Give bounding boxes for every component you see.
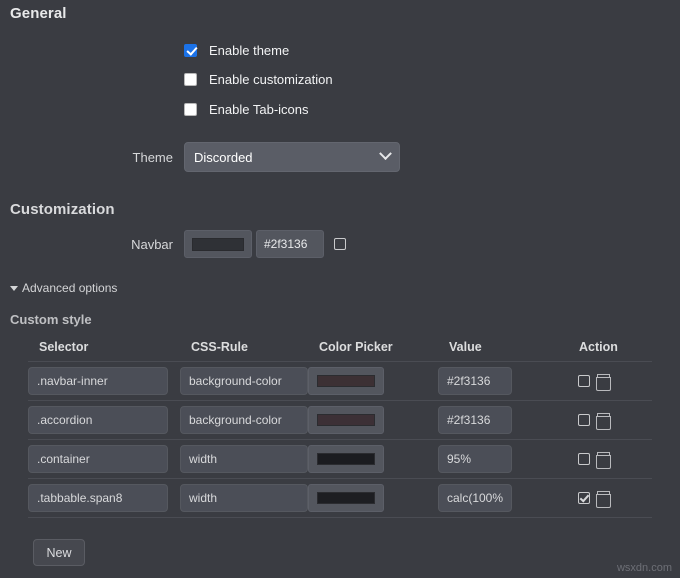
enable-customization-label: Enable customization <box>209 72 333 87</box>
color-swatch <box>317 492 375 504</box>
trash-icon[interactable] <box>596 413 609 428</box>
navbar-enable-checkbox[interactable] <box>334 238 346 250</box>
header-css-rule: CSS-Rule <box>180 340 308 362</box>
table-row: .accordion background-color #2f3136 <box>28 401 652 440</box>
header-selector: Selector <box>28 340 180 362</box>
checkbox-row-enable-theme[interactable]: Enable theme <box>184 41 289 59</box>
color-swatch <box>317 375 375 387</box>
color-picker[interactable] <box>308 406 384 434</box>
custom-style-table: Selector CSS-Rule Color Picker Value Act… <box>28 340 652 518</box>
css-rule-input[interactable]: width <box>180 484 308 512</box>
new-row-button[interactable]: New <box>33 539 85 566</box>
navbar-color-picker[interactable] <box>184 230 252 258</box>
selector-input[interactable]: .navbar-inner <box>28 367 168 395</box>
table-row: .tabbable.span8 width calc(100% <box>28 479 652 518</box>
selector-input[interactable]: .accordion <box>28 406 168 434</box>
enable-theme-label: Enable theme <box>209 43 289 58</box>
header-value: Value <box>438 340 568 362</box>
color-picker[interactable] <box>308 367 384 395</box>
general-section-title: General <box>10 5 67 22</box>
theme-label: Theme <box>60 150 173 165</box>
checkbox-row-enable-tab-icons[interactable]: Enable Tab-icons <box>184 100 309 118</box>
color-swatch <box>317 414 375 426</box>
enable-tab-icons-checkbox[interactable] <box>184 103 197 116</box>
trash-icon[interactable] <box>596 374 609 389</box>
header-action: Action <box>568 340 652 362</box>
chevron-down-icon <box>379 147 392 160</box>
enable-customization-checkbox[interactable] <box>184 73 197 86</box>
settings-page: General Enable theme Enable customizatio… <box>0 0 680 578</box>
row-enable-checkbox[interactable] <box>578 453 590 465</box>
enable-tab-icons-label: Enable Tab-icons <box>209 102 309 117</box>
advanced-options-toggle[interactable]: Advanced options <box>10 281 117 295</box>
value-input[interactable]: calc(100% <box>438 484 512 512</box>
checkbox-row-enable-customization[interactable]: Enable customization <box>184 70 333 88</box>
value-input[interactable]: #2f3136 <box>438 367 512 395</box>
theme-field-row: Theme Discorded <box>60 142 400 172</box>
trash-icon[interactable] <box>596 491 609 506</box>
value-input[interactable]: 95% <box>438 445 512 473</box>
customization-section-title: Customization <box>10 201 115 218</box>
color-picker[interactable] <box>308 484 384 512</box>
custom-style-title: Custom style <box>10 312 92 327</box>
row-enable-checkbox[interactable] <box>578 414 590 426</box>
selector-input[interactable]: .container <box>28 445 168 473</box>
triangle-down-icon <box>10 286 18 291</box>
row-enable-checkbox[interactable] <box>578 492 590 504</box>
color-picker[interactable] <box>308 445 384 473</box>
enable-theme-checkbox[interactable] <box>184 44 197 57</box>
css-rule-input[interactable]: background-color <box>180 406 308 434</box>
navbar-label: Navbar <box>60 237 173 252</box>
watermark: wsxdn.com <box>617 562 672 574</box>
theme-select[interactable]: Discorded <box>184 142 400 172</box>
selector-input[interactable]: .tabbable.span8 <box>28 484 168 512</box>
table-header-row: Selector CSS-Rule Color Picker Value Act… <box>28 340 652 362</box>
table-row: .navbar-inner background-color #2f3136 <box>28 362 652 401</box>
advanced-options-label: Advanced options <box>22 281 117 295</box>
header-color-picker: Color Picker <box>308 340 438 362</box>
theme-select-value: Discorded <box>194 150 253 165</box>
trash-icon[interactable] <box>596 452 609 467</box>
navbar-color-swatch <box>192 238 244 251</box>
css-rule-input[interactable]: background-color <box>180 367 308 395</box>
navbar-hex-input[interactable]: #2f3136 <box>256 230 324 258</box>
table-row: .container width 95% <box>28 440 652 479</box>
color-swatch <box>317 453 375 465</box>
css-rule-input[interactable]: width <box>180 445 308 473</box>
navbar-field-row: Navbar #2f3136 <box>60 230 346 258</box>
row-enable-checkbox[interactable] <box>578 375 590 387</box>
value-input[interactable]: #2f3136 <box>438 406 512 434</box>
